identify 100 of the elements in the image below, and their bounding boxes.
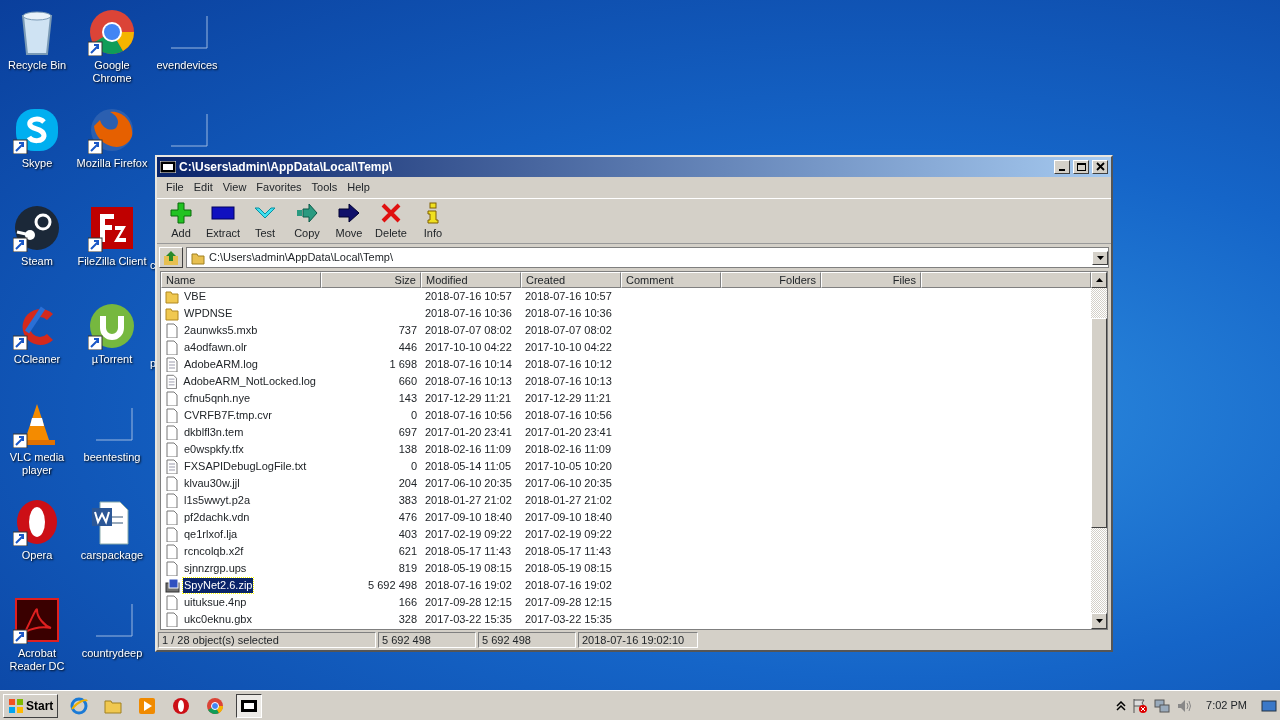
menu-item[interactable]: Help [342, 179, 375, 196]
globe-icon[interactable] [70, 696, 89, 715]
file-name[interactable]: WPDNSE [183, 306, 234, 321]
table-cell-text: 2017-12-29 11:21 [524, 391, 613, 406]
scroll-down-button[interactable] [1091, 613, 1107, 629]
text-file-icon [165, 459, 180, 474]
menu-item[interactable]: Tools [306, 179, 343, 196]
menu-item[interactable]: Favorites [251, 179, 307, 196]
table-cell-text: 143 [397, 391, 418, 406]
file-name[interactable]: AdobeARM.log [183, 357, 259, 372]
start-button[interactable]: Start [3, 693, 59, 718]
file-name[interactable]: 2aunwks5.mxb [183, 323, 259, 338]
file-name[interactable]: cfnu5qnh.nye [183, 391, 252, 406]
move-button[interactable]: Move [335, 200, 363, 241]
file-name[interactable]: uituksue.4np [183, 595, 248, 610]
column-header[interactable]: Files [821, 272, 921, 288]
file-name[interactable]: SpyNet2.6.zip [183, 578, 254, 593]
file-icon [165, 340, 180, 355]
table-cell-text: 2017-10-10 04:22 [524, 340, 613, 355]
network-icon[interactable] [1154, 697, 1171, 714]
file-name[interactable]: rcncolqb.x2f [183, 544, 245, 559]
table-cell-text: 328 [397, 612, 418, 627]
menu-item[interactable]: File [161, 179, 189, 196]
fox-globe-icon[interactable] [88, 106, 136, 154]
delete-button[interactable]: Delete [375, 200, 407, 241]
maximize-button[interactable] [1073, 160, 1089, 174]
file-name[interactable]: ukc0eknu.gbx [183, 612, 253, 627]
table-cell-text: 2017-09-28 12:15 [424, 595, 513, 610]
extract-button[interactable]: Extract [205, 200, 241, 241]
archive-icon [165, 578, 180, 593]
table-cell-text: 819 [397, 561, 418, 576]
status-text: 5 692 498 [478, 632, 576, 648]
scrollbar-thumb[interactable] [1091, 318, 1107, 528]
column-header[interactable]: Name [161, 272, 321, 288]
flag-icon[interactable] [1132, 697, 1149, 714]
steam-logo-icon[interactable] [13, 204, 61, 252]
file-name[interactable]: e0wspkfy.tfx [183, 442, 245, 457]
column-header[interactable]: Modified [421, 272, 521, 288]
cloud-logo-icon[interactable] [13, 106, 61, 154]
column-header[interactable]: Folders [721, 272, 821, 288]
table-cell-text: 2018-07-16 19:02 [524, 578, 613, 593]
file-icon [165, 476, 180, 491]
file-name[interactable]: a4odfawn.olr [183, 340, 248, 355]
status-text: 5 692 498 [378, 632, 476, 648]
chevron-up-icon[interactable] [1116, 700, 1127, 711]
dropdown-button[interactable] [1092, 250, 1108, 265]
file-name[interactable]: VBE [183, 289, 207, 304]
ring-logo-icon[interactable] [172, 696, 191, 715]
file-name[interactable]: AdobeARM_NotLocked.log [182, 374, 317, 389]
add-button[interactable]: Add [169, 200, 193, 241]
up-folder-button[interactable] [159, 247, 183, 268]
address-field[interactable]: C:\Users\admin\AppData\Local\Temp\ [186, 247, 1109, 268]
clock[interactable]: 7:02 PM [1206, 697, 1247, 714]
table-cell-text: 2018-05-14 11:05 [424, 459, 513, 474]
column-header[interactable]: Created [521, 272, 621, 288]
file-icon [165, 323, 180, 338]
tile-logo-icon[interactable] [88, 204, 136, 252]
table-cell-text: 2018-07-16 10:13 [524, 374, 613, 389]
file-name[interactable]: pf2dachk.vdn [183, 510, 251, 525]
column-header[interactable]: Size [321, 272, 421, 288]
icon-label: Recycle Bin [7, 59, 67, 72]
windows-logo-icon [8, 697, 24, 714]
menu-item[interactable]: View [217, 179, 252, 196]
table-cell-text: 2017-03-22 15:35 [524, 612, 613, 627]
folder-icon [191, 250, 205, 265]
table-cell-text: 403 [397, 527, 418, 542]
icon-label: evendevices [156, 59, 218, 72]
file-name[interactable]: l1s5wwyt.p2a [183, 493, 252, 508]
file-name[interactable]: klvau30w.jjl [183, 476, 241, 491]
circle-logo-icon[interactable] [88, 302, 136, 350]
table-cell-text: 2017-02-19 09:22 [424, 527, 513, 542]
column-header[interactable]: Comment [621, 272, 721, 288]
file-name[interactable]: dkblfl3n.tem [183, 425, 245, 440]
close-button[interactable] [1092, 160, 1108, 174]
file-name[interactable]: CVRFB7F.tmp.cvr [183, 408, 273, 423]
scroll-up-button[interactable] [1091, 272, 1107, 288]
table-cell-text: 2018-07-16 10:57 [424, 289, 513, 304]
document-logo-icon[interactable] [13, 596, 61, 644]
status-text: 1 / 28 object(s) selected [158, 632, 376, 648]
table-cell-text: 2018-05-19 08:15 [424, 561, 513, 576]
table-cell-text: 446 [397, 340, 418, 355]
test-button[interactable]: Test [253, 200, 277, 241]
table-cell-text: 737 [397, 323, 418, 338]
copy-button[interactable]: Copy [294, 200, 320, 241]
table-cell-text: 166 [397, 595, 418, 610]
table-cell-text: 476 [397, 510, 418, 525]
info-button[interactable]: Info [421, 200, 445, 241]
round-logo-icon[interactable] [88, 8, 136, 56]
file-name[interactable]: qe1rlxof.lja [183, 527, 239, 542]
minimize-button[interactable] [1054, 160, 1070, 174]
table-cell-text: 2018-07-16 10:56 [524, 408, 613, 423]
maximize-icon [1075, 162, 1087, 172]
show-desktop-icon[interactable] [1261, 697, 1277, 714]
menu-item[interactable]: Edit [188, 179, 218, 196]
icon-label: Google Chrome [91, 59, 133, 85]
file-name[interactable]: FXSAPIDebugLogFile.txt [183, 459, 308, 474]
file-name[interactable]: sjnnzrgp.ups [183, 561, 248, 576]
table-cell-text: 2018-07-07 08:02 [524, 323, 613, 338]
table-cell-text: 2018-02-16 11:09 [424, 442, 513, 457]
icon-label: Mozilla Firefox [76, 157, 148, 170]
